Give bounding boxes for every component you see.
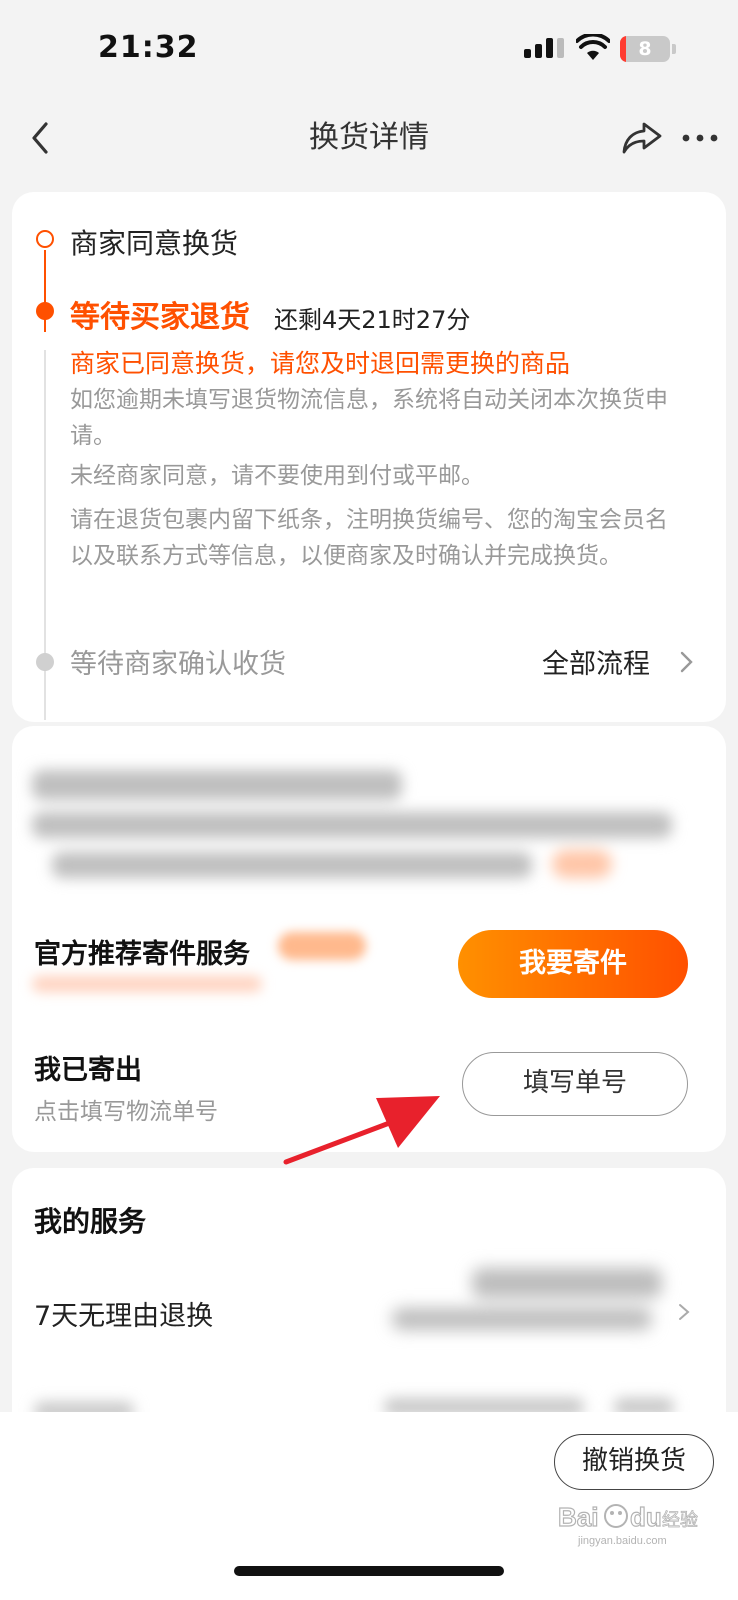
baidu-jingyan-watermark: Bai du 经验 jingyan.baidu.com	[558, 1501, 698, 1547]
timeline-step-pending: 等待商家确认收货	[70, 649, 286, 680]
wifi-icon	[576, 34, 610, 60]
chevron-right-icon[interactable]	[676, 1302, 692, 1322]
status-bar: 21:32 8	[0, 0, 738, 100]
svg-text:du: du	[630, 1502, 662, 1532]
battery-icon: 8	[620, 36, 670, 62]
chevron-right-icon[interactable]	[676, 650, 696, 674]
share-icon[interactable]	[620, 116, 664, 160]
my-services-title: 我的服务	[34, 1205, 147, 1238]
already-sent-title: 我已寄出	[34, 1055, 142, 1086]
service-7day-return[interactable]: 7天无理由退换	[34, 1294, 213, 1333]
current-step-notice: 商家已同意换货，请您及时退回需更换的商品	[70, 349, 571, 378]
battery-level: 8	[638, 38, 652, 60]
all-flow-link[interactable]: 全部流程	[542, 642, 650, 681]
annotation-arrow-icon	[283, 1096, 440, 1165]
exchange-status-card: 商家同意换货 等待买家退货 还剩4天21时27分 商家已同意换货，请您及时退回需…	[12, 192, 726, 722]
send-package-button[interactable]: 我要寄件	[458, 930, 688, 998]
time-remaining: 还剩4天21时27分	[274, 306, 471, 334]
home-indicator[interactable]	[234, 1566, 504, 1576]
timeline-dot-done	[36, 230, 54, 248]
cellular-signal-icon	[524, 38, 564, 58]
address-blurred	[32, 762, 696, 892]
current-step-desc-3: 请在退货包裹内留下纸条，注明换货编号、您的淘宝会员名以及联系方式等信息，以便商家…	[70, 507, 668, 569]
svg-text:jingyan.baidu.com: jingyan.baidu.com	[577, 1535, 667, 1547]
already-sent-subtitle: 点击填写物流单号	[34, 1099, 218, 1125]
my-services-card: 我的服务 7天无理由退换	[12, 1168, 726, 1428]
svg-text:经验: 经验	[662, 1510, 698, 1531]
timeline-dot-pending	[36, 653, 54, 671]
bottom-action-bar: 撤销换货 Bai du 经验 jingyan.baidu.com	[0, 1412, 738, 1600]
service-detail-blurred	[382, 1258, 662, 1348]
more-icon[interactable]	[678, 116, 722, 160]
svg-text:Bai: Bai	[558, 1502, 598, 1532]
fill-tracking-number-button[interactable]: 填写单号	[462, 1052, 688, 1116]
timeline-dot-current	[36, 302, 54, 320]
service-subtitle-blurred	[32, 966, 272, 1002]
timeline-step-merchant-agreed: 商家同意换货	[70, 227, 239, 260]
current-step-desc-2: 未经商家同意，请不要使用到付或平邮。	[70, 463, 484, 489]
cancel-exchange-button[interactable]: 撤销换货	[554, 1434, 714, 1490]
service-badge-blurred	[278, 932, 366, 960]
nav-bar: 换货详情	[0, 100, 738, 176]
current-step-desc-1: 如您逾期未填写退货物流信息，系统将自动关闭本次换货申请。	[70, 387, 668, 449]
status-time: 21:32	[98, 30, 199, 65]
timeline-step-current-title: 等待买家退货	[70, 300, 250, 335]
